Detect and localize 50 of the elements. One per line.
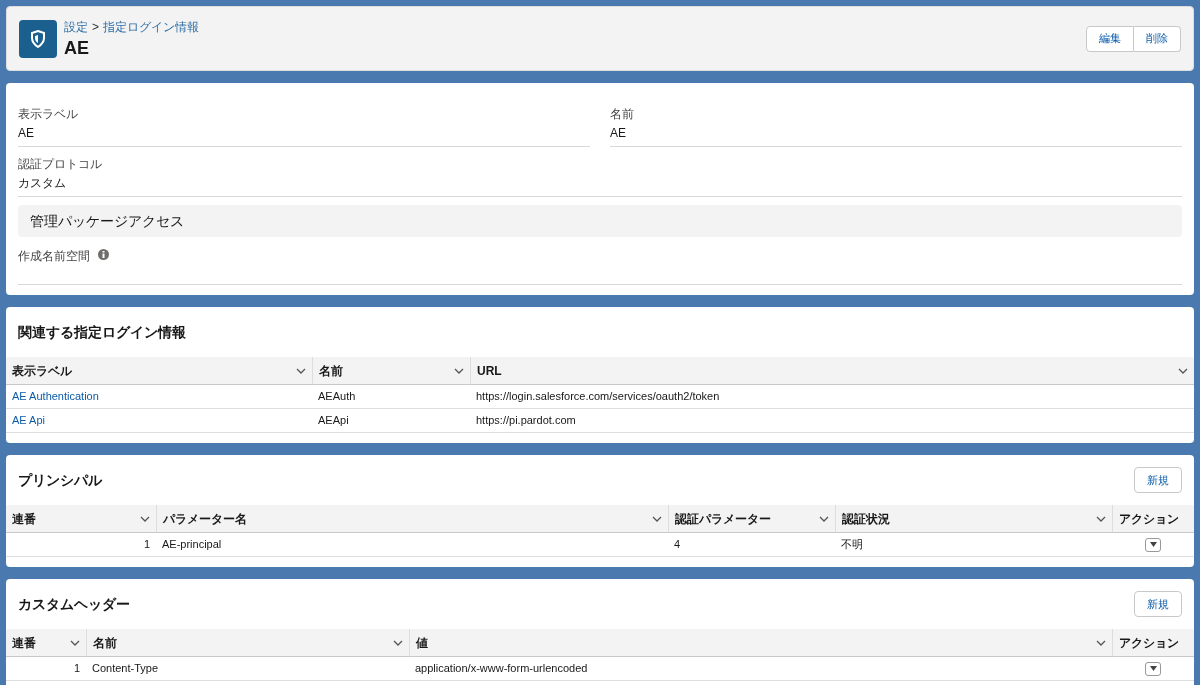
table-cell-text: 不明	[841, 537, 863, 553]
table-cell-text: 4	[674, 537, 681, 553]
column-header[interactable]: 認証状況	[835, 505, 1112, 533]
row-menu-button[interactable]	[1145, 537, 1161, 552]
record-link[interactable]: AE Api	[12, 412, 46, 429]
field-label: 名前	[610, 106, 635, 123]
section-title: 関連する指定ログイン情報	[18, 322, 186, 342]
column-header[interactable]: URL	[470, 357, 1194, 385]
record-link[interactable]: AE Authentication	[12, 388, 99, 405]
section-title: 管理パッケージアクセス	[30, 211, 184, 231]
column-header[interactable]: 連番	[6, 505, 156, 533]
table-cell-text: https://login.salesforce.com/services/oauth2/token	[476, 389, 720, 405]
shield-icon	[19, 19, 57, 58]
column-header[interactable]: 名前	[312, 357, 470, 385]
table-cell-text: AEAuth	[318, 389, 356, 405]
table-cell-text: application/x-www-form-urlencoded	[415, 661, 588, 677]
field-label: 表示ラベル	[18, 106, 79, 123]
column-header[interactable]: 認証パラメーター	[668, 505, 835, 533]
field-value: カスタム	[18, 175, 67, 192]
field-label: 作成名前空間	[18, 248, 90, 265]
info-icon[interactable]	[98, 249, 109, 260]
section-title: プリンシパル	[18, 470, 102, 490]
column-header[interactable]: パラメーター名	[156, 505, 668, 533]
column-header[interactable]: 連番	[6, 629, 86, 657]
breadcrumb-link[interactable]: 設定	[64, 17, 88, 36]
field-value: AE	[610, 125, 627, 142]
breadcrumb-link[interactable]: 指定ログイン情報	[103, 17, 199, 36]
table-cell-text: Content-Type	[92, 661, 159, 677]
field-value: AE	[18, 125, 35, 142]
column-header[interactable]: アクション	[1112, 629, 1194, 657]
table-cell-text: AEApi	[318, 413, 349, 429]
breadcrumb-separator: >	[92, 18, 99, 36]
table-cell-text: AE-principal	[162, 537, 222, 553]
caret-down-icon	[1149, 542, 1157, 547]
page-title: AE	[64, 36, 90, 60]
column-header[interactable]: 表示ラベル	[6, 357, 312, 385]
new-button[interactable]: 新規	[1134, 591, 1182, 617]
table-cell-text: https://pi.pardot.com	[476, 413, 576, 429]
column-header[interactable]: アクション	[1112, 505, 1194, 533]
table-cell-text: 1	[73, 661, 80, 677]
table-cell-text: 1	[143, 537, 150, 553]
action-button[interactable]: 削除	[1134, 25, 1181, 52]
field-label: 認証プロトコル	[18, 156, 103, 173]
action-button[interactable]: 編集	[1086, 25, 1134, 52]
row-menu-button[interactable]	[1145, 661, 1161, 676]
column-header[interactable]: 値	[409, 629, 1112, 657]
section-title: カスタムヘッダー	[18, 594, 130, 614]
column-header[interactable]: 名前	[86, 629, 409, 657]
caret-down-icon	[1149, 666, 1157, 671]
new-button[interactable]: 新規	[1134, 467, 1182, 493]
